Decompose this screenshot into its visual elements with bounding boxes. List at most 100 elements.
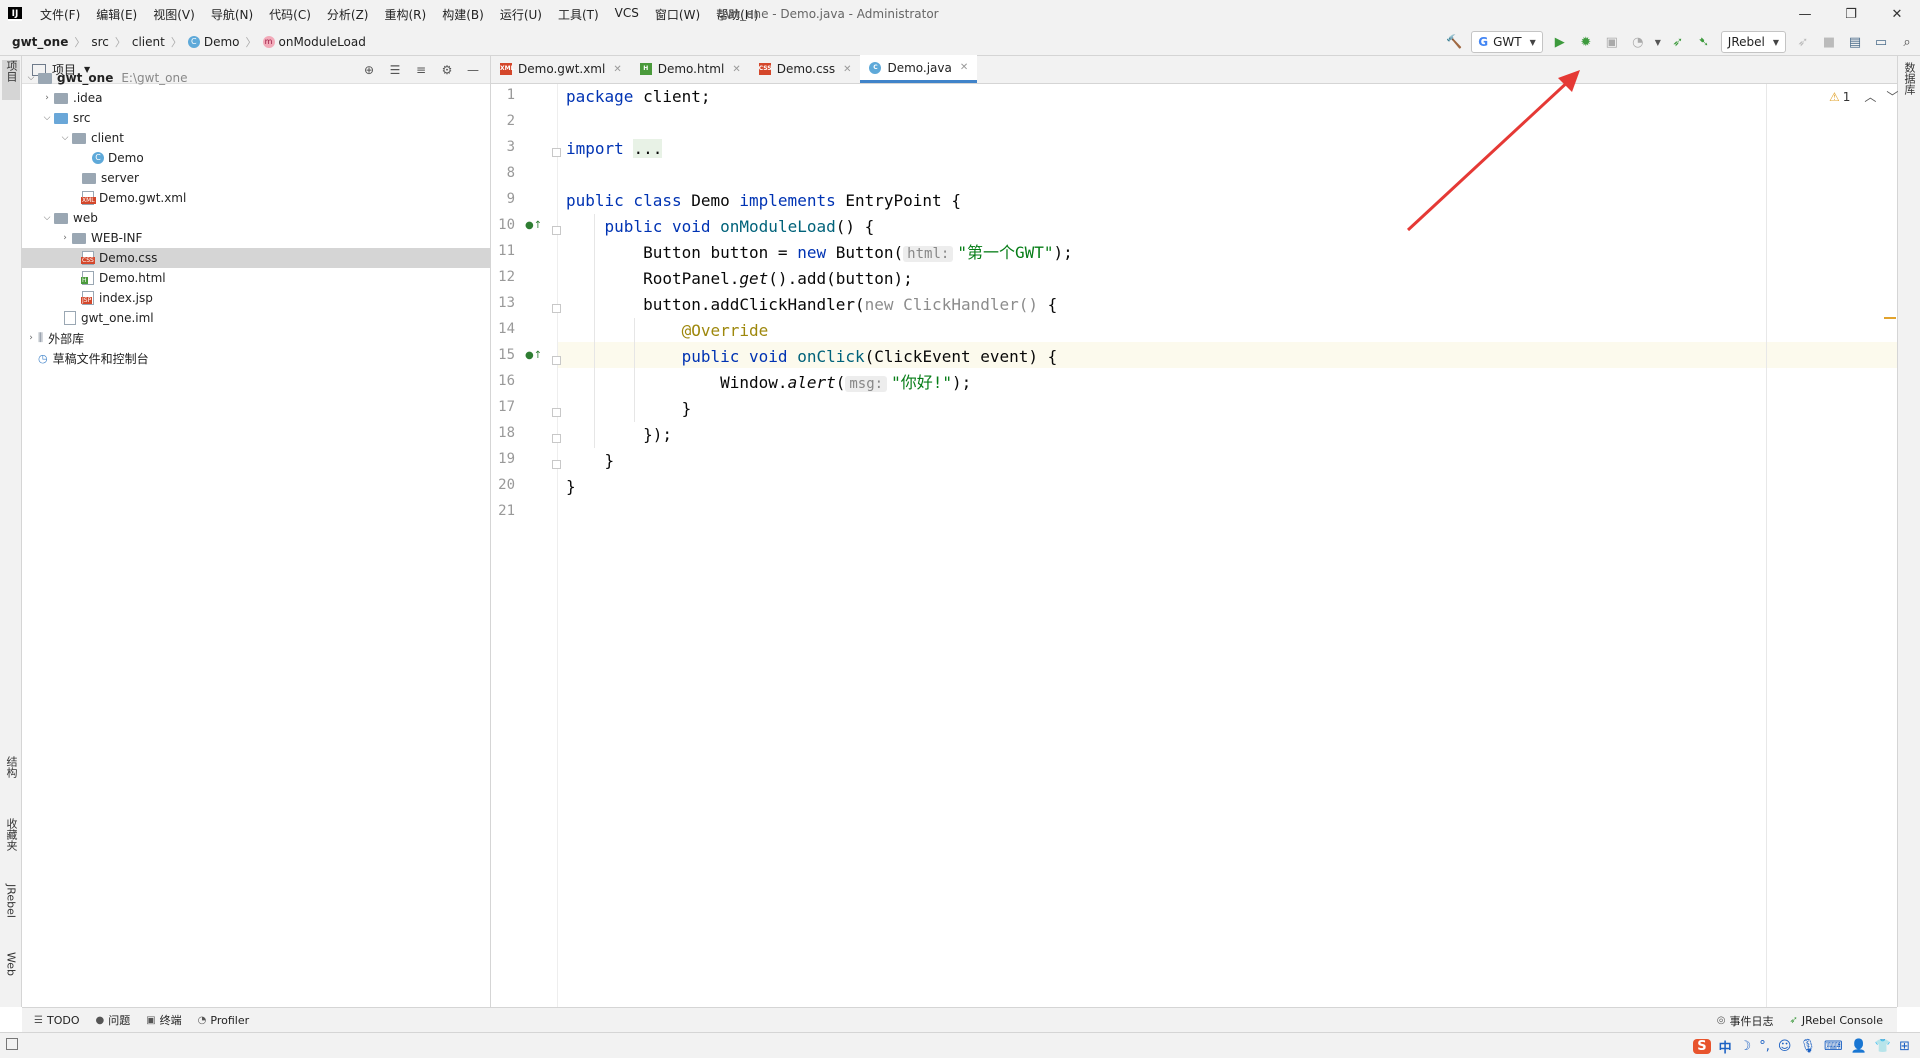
tab-problems[interactable]: ● 问题 <box>95 1012 130 1028</box>
tree-item-gwt-one-iml[interactable]: gwt_one.iml <box>22 308 491 328</box>
menu-edit[interactable]: 编辑(E) <box>88 6 145 23</box>
inspection-widget[interactable]: ⚠ 1 ︿ ﹀ <box>1829 88 1898 105</box>
ime-chinese-mode[interactable]: 中 <box>1719 1037 1732 1056</box>
web-folder-icon <box>54 212 68 224</box>
run-icon[interactable]: ▶ <box>1549 31 1571 53</box>
user-icon[interactable]: 👤 <box>1851 1039 1867 1054</box>
tab-todo[interactable]: ☰ TODO <box>34 1014 79 1027</box>
menu-navigate[interactable]: 导航(N) <box>203 6 261 23</box>
tree-item-web-inf[interactable]: › WEB-INF <box>22 228 491 248</box>
tree-item-server[interactable]: server <box>22 168 491 188</box>
override-method-icon[interactable]: ●↑ <box>525 350 542 361</box>
menu-file[interactable]: 文件(F) <box>32 6 88 23</box>
tab-profiler[interactable]: ◔ Profiler <box>198 1014 249 1027</box>
implements-method-icon[interactable]: ●↑ <box>525 220 542 231</box>
folded-imports[interactable]: ... <box>633 139 663 158</box>
chevron-down-icon[interactable]: ⌵ <box>40 113 54 123</box>
breadcrumb-method[interactable]: m onModuleLoad <box>262 35 366 49</box>
tree-item-demo-css[interactable]: CSS Demo.css <box>22 248 491 268</box>
close-window-button[interactable]: ✕ <box>1874 0 1920 28</box>
tab-demo-html[interactable]: H Demo.html ✕ <box>631 55 750 83</box>
tree-item-idea[interactable]: › .idea <box>22 88 491 108</box>
stop-icon[interactable]: ■ <box>1818 31 1840 53</box>
tree-item-scratches[interactable]: ◷ 草稿文件和控制台 <box>22 348 491 368</box>
microphone-icon[interactable]: 🎙 <box>1799 1039 1816 1054</box>
breadcrumb-demo[interactable]: C Demo <box>187 35 240 49</box>
tab-jrebel[interactable]: JRebel <box>2 884 20 944</box>
chevron-down-icon[interactable]: ⌵ <box>24 73 38 83</box>
tab-demo-css[interactable]: CSS Demo.css ✕ <box>750 55 861 83</box>
menu-refactor[interactable]: 重构(R) <box>377 6 435 23</box>
chevron-down-icon[interactable]: ⌵ <box>40 213 54 223</box>
tree-item-demo[interactable]: C Demo <box>22 148 491 168</box>
tab-demo-java[interactable]: C Demo.java ✕ <box>860 55 978 83</box>
tree-item-src[interactable]: ⌵ src <box>22 108 491 128</box>
tab-terminal[interactable]: ▣ 终端 <box>146 1012 181 1028</box>
close-icon[interactable]: ✕ <box>613 64 621 75</box>
menu-run[interactable]: 运行(U) <box>492 6 550 23</box>
tree-item-index-jsp[interactable]: JSP index.jsp <box>22 288 491 308</box>
tree-item-demo-html[interactable]: H Demo.html <box>22 268 491 288</box>
jrebel-debug-icon[interactable]: ➷ <box>1693 31 1715 53</box>
tab-demo-gwt-xml[interactable]: XML Demo.gwt.xml ✕ <box>491 55 631 83</box>
chevron-down-icon[interactable]: ⌵ <box>58 133 72 143</box>
tab-structure[interactable]: 结构 <box>2 756 20 802</box>
close-icon[interactable]: ✕ <box>843 64 851 75</box>
menu-window[interactable]: 窗口(W) <box>647 6 708 23</box>
tree-item-demo-gwt-xml[interactable]: XML Demo.gwt.xml <box>22 188 491 208</box>
moon-icon[interactable]: ☽ <box>1740 1039 1752 1054</box>
punctuation-icon[interactable]: °, <box>1759 1039 1770 1054</box>
breadcrumb-project[interactable]: gwt_one <box>12 35 68 49</box>
chevron-up-icon[interactable]: ︿ <box>1864 88 1876 105</box>
emoji-icon[interactable]: ☺ <box>1778 1039 1792 1054</box>
tab-project[interactable]: 项目 <box>2 60 20 100</box>
warning-stripe-marker[interactable] <box>1884 317 1896 319</box>
tab-event-log[interactable]: ◎ 事件日志 <box>1717 1013 1774 1029</box>
keyboard-icon[interactable]: ⌨ <box>1824 1039 1843 1054</box>
breadcrumb-src[interactable]: src <box>91 35 109 49</box>
layout-icon[interactable]: ▭ <box>1870 31 1892 53</box>
tab-database[interactable]: 数据库 <box>1900 62 1918 116</box>
chevron-right-icon[interactable]: › <box>40 93 54 103</box>
database-tab-label: 数据库 <box>1903 62 1916 95</box>
code-area[interactable]: package client; import ... public class … <box>558 84 1897 1007</box>
menu-tools[interactable]: 工具(T) <box>550 6 607 23</box>
code-line-1: package client; <box>566 87 711 106</box>
run-config-select[interactable]: G GWT ▼ <box>1471 31 1543 53</box>
menu-analyze[interactable]: 分析(Z) <box>319 6 377 23</box>
build-hammer-icon[interactable]: 🔨 <box>1443 31 1465 53</box>
line-number: 9 <box>506 191 515 207</box>
jrebel-update-icon[interactable]: ➶ <box>1792 31 1814 53</box>
jrebel-config-select[interactable]: JRebel ▼ <box>1720 31 1786 53</box>
tab-jrebel-console[interactable]: ➶ JRebel Console <box>1789 1014 1883 1027</box>
project-structure-icon[interactable]: ▤ <box>1844 31 1866 53</box>
search-icon[interactable]: ⌕ <box>1896 31 1918 53</box>
shirt-icon[interactable]: 👕 <box>1875 1039 1891 1054</box>
coverage-icon[interactable]: ▣ <box>1601 31 1623 53</box>
jrebel-run-icon[interactable]: ➶ <box>1667 31 1689 53</box>
debug-bug-icon[interactable]: ✹ <box>1575 31 1597 53</box>
chevron-right-icon[interactable]: › <box>58 233 72 243</box>
grid-icon[interactable]: ⊞ <box>1899 1039 1910 1054</box>
menu-view[interactable]: 视图(V) <box>145 6 203 23</box>
close-icon[interactable]: ✕ <box>732 64 740 75</box>
status-toggle-icon[interactable] <box>6 1038 18 1050</box>
menu-code[interactable]: 代码(C) <box>261 6 319 23</box>
minimize-button[interactable]: — <box>1782 0 1828 28</box>
tree-item-external-libraries[interactable]: › ⫼ 外部库 <box>22 328 491 348</box>
menu-build[interactable]: 构建(B) <box>434 6 492 23</box>
tree-item-web[interactable]: ⌵ web <box>22 208 491 228</box>
tree-item-client[interactable]: ⌵ client <box>22 128 491 148</box>
close-icon[interactable]: ✕ <box>960 62 968 73</box>
chevron-down-icon[interactable]: ﹀ <box>1886 88 1898 105</box>
profile-icon[interactable]: ◔ <box>1627 31 1649 53</box>
more-run-caret-icon[interactable]: ▼ <box>1653 31 1663 53</box>
restore-button[interactable]: ❐ <box>1828 0 1874 28</box>
chevron-right-icon[interactable]: › <box>24 333 38 343</box>
menu-vcs[interactable]: VCS <box>607 6 647 23</box>
tab-web[interactable]: Web <box>2 952 20 998</box>
tree-item-gwt-one[interactable]: ⌵ gwt_one E:\gwt_one <box>22 68 491 88</box>
sogou-ime-icon[interactable]: S <box>1693 1039 1711 1054</box>
breadcrumb-client[interactable]: client <box>132 35 165 49</box>
tab-favorites[interactable]: 收藏夹 <box>2 818 20 876</box>
